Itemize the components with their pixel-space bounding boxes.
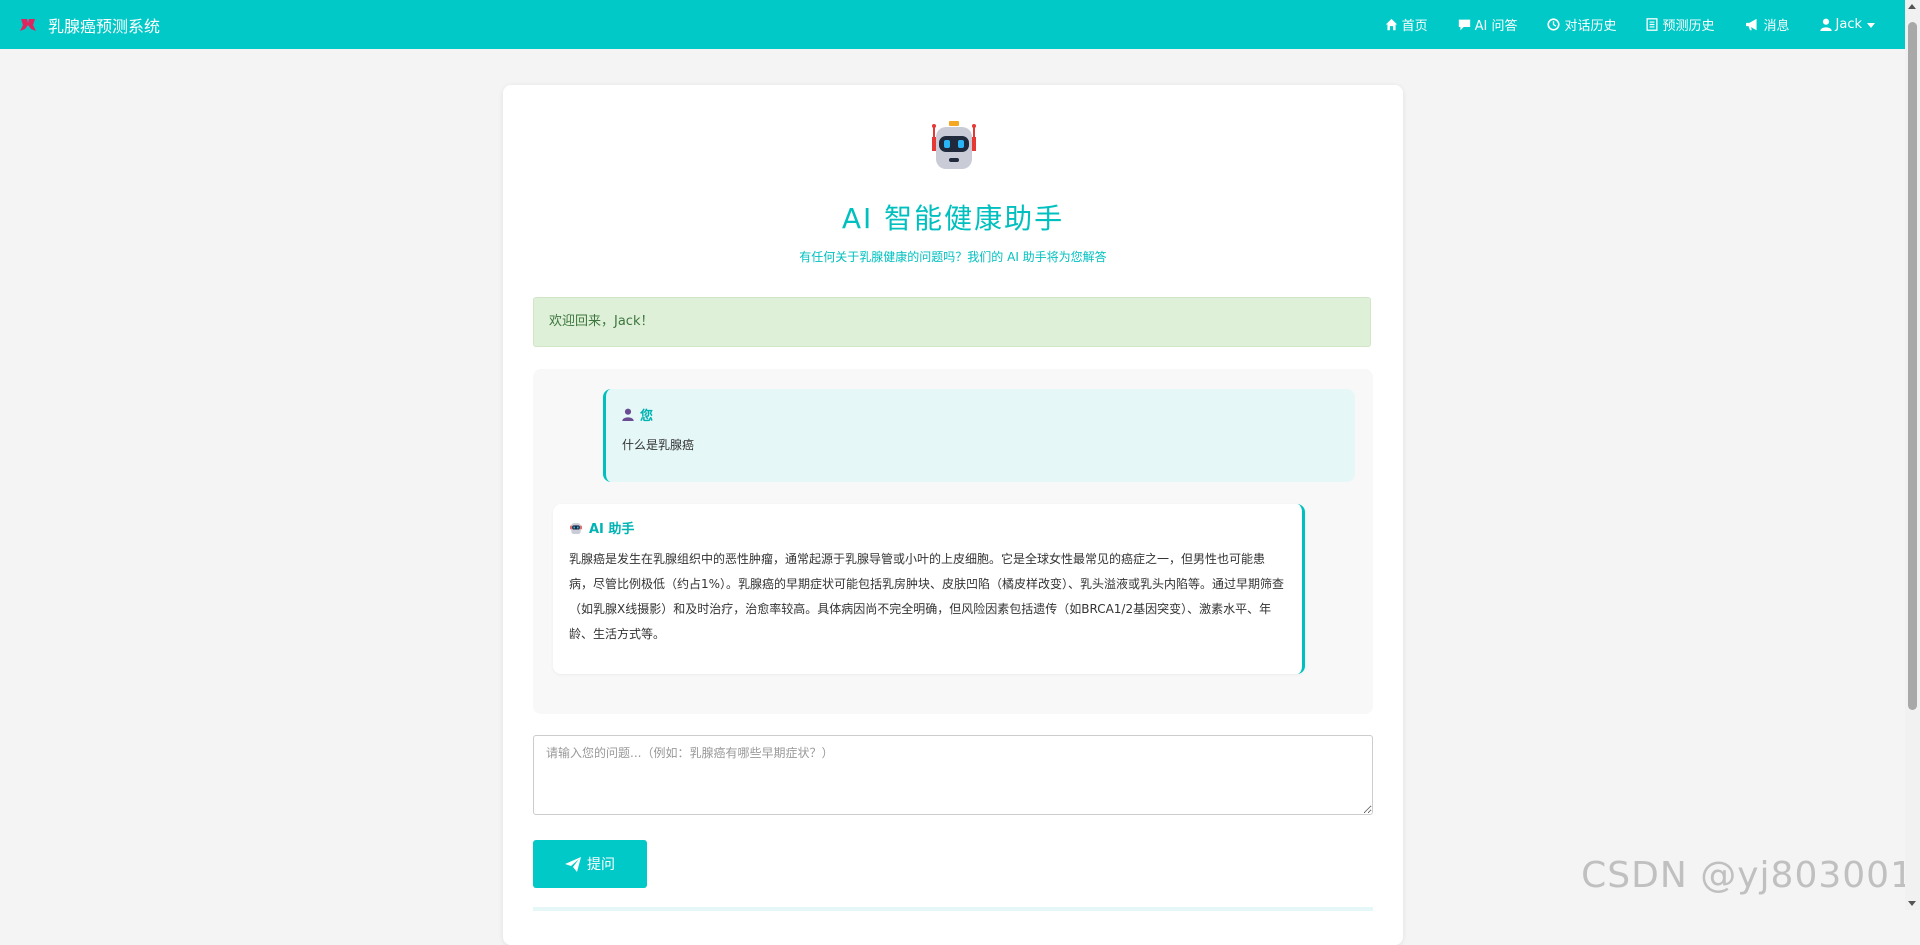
user-message-header: 您 bbox=[622, 405, 1339, 424]
user-message: 您 什么是乳腺癌 bbox=[603, 389, 1355, 482]
welcome-alert: 欢迎回来，Jack！ bbox=[533, 297, 1371, 347]
user-icon bbox=[1819, 18, 1832, 31]
ai-sender-label: AI 助手 bbox=[589, 522, 635, 537]
top-navbar: 乳腺癌预测系统 首页 AI 问答 对话历史 预测历史 消息 Jack bbox=[0, 0, 1905, 49]
home-icon bbox=[1385, 18, 1397, 31]
nav-user-label: Jack bbox=[1835, 17, 1862, 32]
nav-chat-history[interactable]: 对话历史 bbox=[1547, 15, 1616, 34]
robot-small-icon bbox=[570, 522, 582, 534]
nav-home[interactable]: 首页 bbox=[1385, 15, 1428, 34]
user-message-text: 什么是乳腺癌 bbox=[622, 438, 695, 452]
nav-prediction-history[interactable]: 预测历史 bbox=[1646, 15, 1715, 34]
ai-message: AI 助手 乳腺癌是发生在乳腺组织中的恶性肿瘤，通常起源于乳腺导管或小叶的上皮细… bbox=[553, 504, 1305, 674]
nav-prediction-history-label: 预测历史 bbox=[1662, 19, 1715, 34]
question-input[interactable] bbox=[533, 735, 1373, 815]
nav-ai-qa-label: AI 问答 bbox=[1474, 19, 1518, 34]
robot-icon bbox=[932, 121, 976, 169]
comment-icon bbox=[1458, 19, 1470, 31]
nav-chat-history-label: 对话历史 bbox=[1564, 19, 1617, 34]
scroll-up-icon[interactable] bbox=[1908, 4, 1916, 9]
chat-history: 您 什么是乳腺癌 AI 助手 乳腺癌是发生在乳腺组织中的恶性肿瘤，通常起源于乳腺… bbox=[533, 369, 1373, 714]
page-scrollbar[interactable] bbox=[1905, 0, 1920, 910]
page-subtitle: 有任何关于乳腺健康的问题吗？我们的 AI 助手将为您解答 bbox=[799, 250, 1107, 264]
card-bottom-strip bbox=[533, 907, 1373, 911]
paper-plane-icon bbox=[565, 856, 581, 872]
ribbon-icon bbox=[20, 18, 36, 31]
ai-message-header: AI 助手 bbox=[569, 518, 1286, 537]
nav-menu: 首页 AI 问答 对话历史 预测历史 消息 Jack bbox=[1355, 0, 1875, 49]
user-avatar-icon bbox=[622, 408, 634, 421]
nav-ai-qa[interactable]: AI 问答 bbox=[1458, 15, 1518, 34]
nav-messages-label: 消息 bbox=[1763, 19, 1790, 34]
nav-messages[interactable]: 消息 bbox=[1745, 15, 1790, 34]
bullhorn-icon bbox=[1745, 18, 1757, 31]
chevron-down-icon bbox=[1867, 23, 1875, 28]
user-sender-label: 您 bbox=[640, 409, 654, 424]
clock-icon bbox=[1547, 18, 1561, 31]
scroll-down-icon[interactable] bbox=[1908, 901, 1916, 906]
watermark: CSDN @yj803001 bbox=[1581, 855, 1914, 896]
ask-button-label: 提问 bbox=[587, 857, 615, 873]
list-icon bbox=[1646, 18, 1659, 31]
brand-name: 乳腺癌预测系统 bbox=[48, 16, 161, 36]
page-title: AI 智能健康助手 bbox=[841, 202, 1065, 235]
scrollbar-thumb[interactable] bbox=[1908, 22, 1917, 710]
nav-home-label: 首页 bbox=[1401, 19, 1428, 34]
ask-button[interactable]: 提问 bbox=[533, 840, 647, 888]
nav-user-dropdown[interactable]: Jack bbox=[1819, 17, 1875, 32]
ai-message-text: 乳腺癌是发生在乳腺组织中的恶性肿瘤，通常起源于乳腺导管或小叶的上皮细胞。它是全球… bbox=[569, 552, 1285, 641]
brand[interactable]: 乳腺癌预测系统 bbox=[18, 0, 160, 49]
chat-card: AI 智能健康助手 有任何关于乳腺健康的问题吗？我们的 AI 助手将为您解答 欢… bbox=[503, 85, 1403, 945]
